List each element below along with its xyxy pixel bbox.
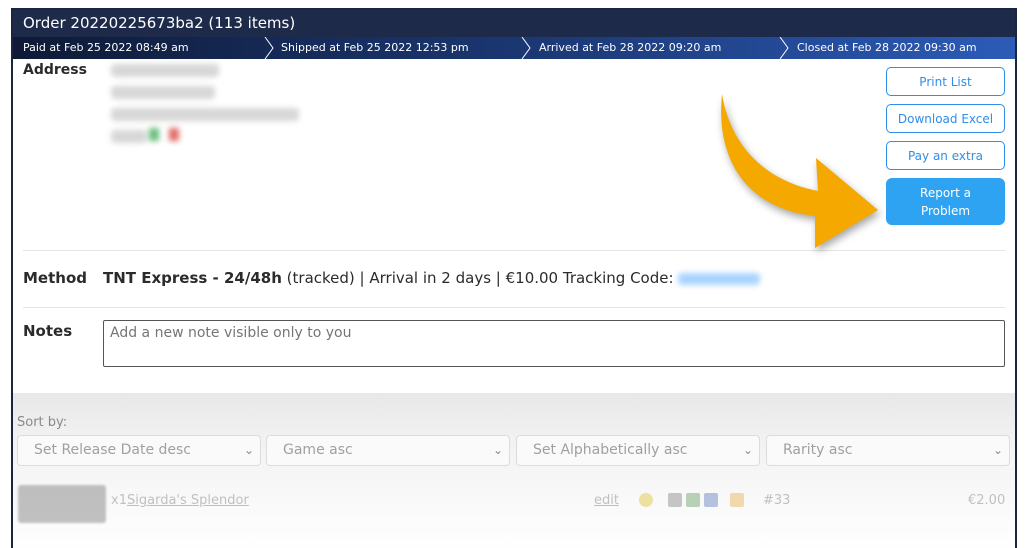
card-thumbnail [18,485,106,523]
method-section: Method TNT Express - 24/48h (tracked) | … [23,251,1005,308]
sort-select-2[interactable]: Game asc ⌄ [266,435,510,466]
timeline-shipped: Shipped at Feb 25 2022 12:53 pm [281,41,469,54]
language-flag-icon [704,493,718,507]
carrier-name: TNT Express - 24/48h [103,269,282,287]
sort-select-value: Rarity asc [783,442,853,458]
list-item: x1 Sigarda's Splendor edit #33 €2.00 [13,485,1015,535]
items-section: Sort by: Set Release Date desc ⌄ Game as… [13,393,1015,548]
notes-section: Notes [23,308,1005,382]
redacted-address-line [111,86,215,99]
sort-select-3[interactable]: Set Alphabetically asc ⌄ [516,435,760,466]
notes-label: Notes [23,322,73,340]
item-name-link[interactable]: Sigarda's Splendor [127,493,249,508]
tracking-code-link[interactable] [678,272,761,285]
foil-icon [730,493,744,507]
redacted-address-line [111,64,219,77]
method-info: TNT Express - 24/48h (tracked) | Arrival… [103,269,761,287]
order-panel: Order 20220225673ba2 (113 items) Paid at… [11,8,1017,548]
sort-select-1[interactable]: Set Release Date desc ⌄ [17,435,261,466]
timeline-arrived: Arrived at Feb 28 2022 09:20 am [539,41,722,54]
item-number: #33 [763,493,791,508]
order-title: Order 20220225673ba2 (113 items) [13,10,1015,37]
address-section: Address Print List Download Excel Pay an… [23,59,1005,251]
print-list-button[interactable]: Print List [886,67,1005,96]
download-excel-button[interactable]: Download Excel [886,104,1005,133]
method-label: Method [23,269,87,287]
order-actions: Print List Download Excel Pay an extra R… [886,67,1005,225]
chevron-down-icon: ⌄ [992,443,1003,457]
set-symbol-icon [639,493,653,507]
sort-label: Sort by: [17,415,68,430]
rarity-icon [668,493,682,507]
timeline-separator-icon [264,37,274,59]
sort-select-value: Game asc [283,442,353,458]
chevron-down-icon: ⌄ [742,443,753,457]
timeline-separator-icon [521,37,531,59]
address-label: Address [23,62,87,78]
timeline-separator-icon [779,37,789,59]
item-qty: x1 [111,493,127,508]
timeline-closed: Closed at Feb 28 2022 09:30 am [797,41,977,54]
redacted-address-line [111,108,299,121]
item-price: €2.00 [968,493,1006,508]
item-edit-link[interactable]: edit [594,493,619,508]
notes-input[interactable] [103,320,1005,367]
chevron-down-icon: ⌄ [492,443,503,457]
timeline-paid: Paid at Feb 25 2022 08:49 am [23,41,189,54]
pay-extra-button[interactable]: Pay an extra [886,141,1005,170]
chevron-down-icon: ⌄ [243,443,254,457]
shipping-details: (tracked) | Arrival in 2 days | €10.00 T… [281,269,674,287]
sort-select-4[interactable]: Rarity asc ⌄ [766,435,1010,466]
report-problem-button[interactable]: Report a Problem [886,178,1005,225]
country-flag-icon [149,128,179,141]
condition-icon [686,493,700,507]
sort-select-value: Set Alphabetically asc [533,442,688,458]
redacted-address-line [111,130,147,143]
order-timeline: Paid at Feb 25 2022 08:49 am Shipped at … [13,37,1015,59]
sort-select-value: Set Release Date desc [34,442,191,458]
